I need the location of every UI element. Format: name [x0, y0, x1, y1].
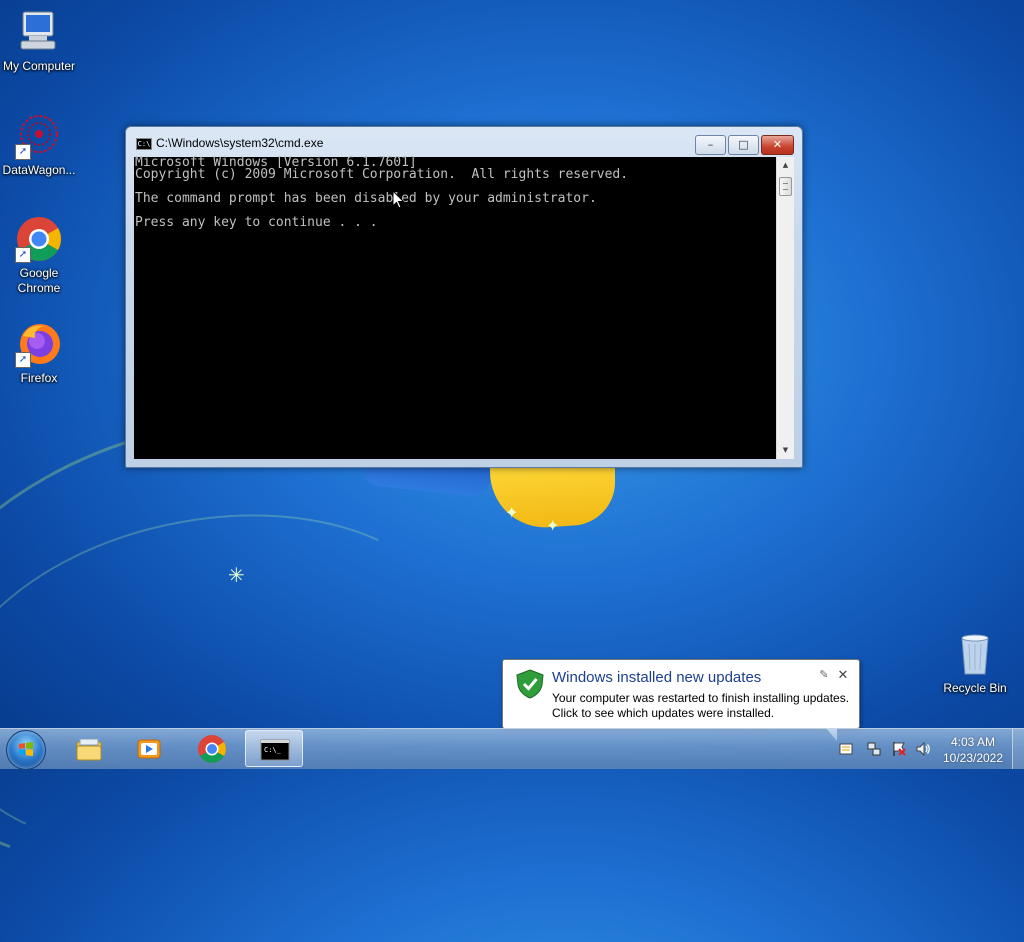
svg-text:C:\_: C:\_ [264, 746, 282, 754]
cmd-window[interactable]: C:\ C:\Windows\system32\cmd.exe – □ ✕ Mi… [125, 126, 803, 468]
desktop-icon-datawagon[interactable]: ➚ DataWagon... [0, 112, 79, 178]
desktop-icon-label: Google [19, 266, 59, 280]
console-line: Copyright (c) 2009 Microsoft Corporation… [135, 167, 629, 182]
desktop-icon-firefox[interactable]: ➚ Firefox [0, 320, 79, 386]
vertical-scrollbar[interactable]: ▲ ▼ [776, 157, 794, 459]
scroll-down-arrow-icon[interactable]: ▼ [777, 442, 794, 459]
close-button[interactable]: ✕ [761, 135, 794, 155]
wallpaper-sparkle: ✦ [546, 516, 560, 535]
desktop-icon-my-computer[interactable]: My Computer [0, 8, 79, 74]
notification-close-button[interactable]: ✕ [836, 668, 850, 682]
cmd-icon: C:\ [136, 138, 152, 150]
flag-icon[interactable] [891, 741, 907, 757]
console-line: The command prompt has been disabled by … [135, 191, 597, 206]
wallpaper-sparkle: ✦ [505, 503, 519, 522]
start-button[interactable] [6, 730, 46, 770]
notification-text[interactable]: Your computer was restarted to finish in… [552, 691, 849, 705]
desktop-icon-chrome[interactable]: ➚ Google Chrome [0, 215, 79, 296]
explorer-icon [76, 738, 102, 761]
media-player-icon [137, 739, 161, 759]
console-line: Press any key to continue . . . [135, 215, 378, 230]
windows-logo-icon [19, 742, 33, 756]
notification-title[interactable]: Windows installed new updates [552, 669, 761, 686]
firefox-icon: ➚ [15, 320, 63, 368]
desktop-icon-label: Recycle Bin [943, 681, 1007, 695]
datawagon-icon: ➚ [15, 112, 63, 160]
taskbar: C:\_ 4:03 AM 10/23/2022 [0, 728, 1024, 770]
scroll-up-arrow-icon[interactable]: ▲ [777, 157, 794, 174]
computer-icon [15, 8, 63, 56]
taskbar-cmd-button[interactable]: C:\_ [245, 730, 303, 767]
maximize-button[interactable]: □ [728, 135, 759, 155]
wallpaper-sparkle: ✳ [228, 563, 245, 587]
volume-icon[interactable] [915, 741, 931, 757]
console-output[interactable]: Microsoft Windows [Version 6.1.7601] Cop… [134, 156, 776, 459]
clock-time: 4:03 AM [950, 735, 996, 749]
taskbar-media-player-button[interactable] [120, 730, 178, 767]
chrome-icon [198, 735, 226, 763]
shortcut-arrow-icon: ➚ [15, 247, 31, 263]
desktop-icon-label: My Computer [2, 59, 76, 73]
desktop[interactable]: { "desktop": { "icons": [ {"label": "My … [0, 0, 1024, 942]
clock-date: 10/23/2022 [942, 751, 1004, 765]
options-icon[interactable]: ✎ [818, 669, 830, 681]
cmd-icon: C:\_ [260, 739, 290, 761]
recycle-bin-icon [951, 630, 999, 678]
taskbar-explorer-button[interactable] [60, 730, 118, 767]
scroll-thumb[interactable] [779, 177, 792, 196]
update-notification-balloon[interactable]: Windows installed new updates Your compu… [502, 659, 860, 741]
window-titlebar[interactable]: C:\ C:\Windows\system32\cmd.exe – □ ✕ [126, 127, 802, 157]
notification-text[interactable]: Click to see which updates were installe… [552, 706, 774, 720]
chrome-icon: ➚ [15, 215, 63, 263]
shield-check-icon [516, 669, 544, 704]
desktop-icon-recycle-bin[interactable]: Recycle Bin [935, 630, 1015, 696]
shortcut-arrow-icon: ➚ [15, 144, 31, 160]
network-icon[interactable] [866, 741, 882, 757]
minimize-button[interactable]: – [695, 135, 726, 155]
desktop-icon-label: Firefox [20, 371, 58, 385]
shortcut-arrow-icon: ➚ [15, 352, 31, 368]
action-center-icon[interactable] [838, 741, 854, 757]
taskbar-chrome-button[interactable] [183, 730, 241, 767]
desktop-icon-label: Chrome [17, 281, 61, 295]
show-desktop-button[interactable] [1012, 729, 1024, 769]
system-clock[interactable]: 4:03 AM 10/23/2022 [936, 734, 1010, 766]
window-title: C:\Windows\system32\cmd.exe [156, 136, 324, 150]
desktop-icon-label: DataWagon... [2, 163, 76, 177]
